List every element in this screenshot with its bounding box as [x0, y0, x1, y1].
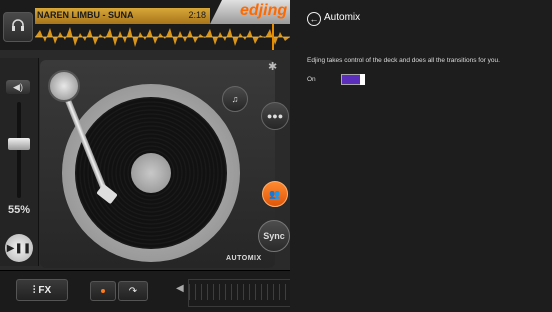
fx-button[interactable]: ⫶ FX [16, 279, 68, 301]
top-bar: NAREN LIMBU - SUNA 2:18 edjing [0, 0, 290, 50]
record-label [131, 153, 171, 193]
toggle-state-label: On [307, 76, 316, 83]
equalizer-icon: ⫶ [32, 284, 36, 296]
bottom-bar: ⫶ FX ↷ ◀ [0, 270, 290, 312]
track-title: NAREN LIMBU - SUNA [37, 10, 134, 20]
play-pause-button[interactable]: ▶❚❚ [5, 234, 33, 262]
gear-icon[interactable]: ✱ [268, 60, 280, 73]
back-arrow-icon: ← [309, 13, 319, 24]
headphones-icon [11, 18, 25, 37]
pitch-scale [189, 284, 290, 300]
music-library-button[interactable]: ♫ [222, 86, 248, 112]
dj-app: NAREN LIMBU - SUNA 2:18 edjing ◀) 55% ▶❚… [0, 0, 290, 312]
panel-title: Automix [324, 12, 361, 23]
headphones-button[interactable] [3, 12, 33, 42]
volume-button[interactable]: ◀) [6, 80, 30, 94]
cue-dot-icon [101, 289, 105, 293]
music-note-icon: ♫ [231, 94, 239, 104]
cue-button[interactable] [90, 281, 116, 301]
track-time: 2:18 [188, 10, 206, 20]
deck-switch-icon: ●●● [266, 111, 284, 121]
tone-arm-base [48, 70, 80, 102]
volume-slider-track[interactable] [17, 102, 21, 198]
track-info-bar: NAREN LIMBU - SUNA 2:18 [35, 8, 210, 24]
playhead-marker [272, 24, 274, 50]
back-button[interactable]: ← [307, 12, 321, 26]
people-icon: 👥 [269, 188, 281, 199]
volume-percent: 55% [7, 204, 31, 216]
loop-button[interactable]: ↷ [118, 281, 148, 301]
sync-button[interactable]: Sync [258, 220, 290, 252]
speaker-icon: ◀) [13, 82, 23, 92]
loop-arrow-icon: ↷ [128, 285, 138, 297]
settings-panel: ← Automix Edjing takes control of the de… [290, 0, 552, 312]
pitch-left-icon[interactable]: ◀ [176, 283, 184, 294]
automix-button[interactable]: 👥 [262, 181, 288, 207]
toggle-thumb[interactable] [360, 74, 365, 85]
automix-label: AUTOMIX [226, 255, 262, 262]
play-pause-icon: ▶❚❚ [6, 242, 32, 254]
pitch-slider[interactable] [188, 279, 290, 307]
deck-switch-button[interactable]: ●●● [261, 102, 289, 130]
fx-label: FX [38, 284, 52, 296]
volume-slider-knob[interactable] [8, 138, 30, 150]
waveform[interactable] [35, 24, 290, 50]
automix-description: Edjing takes control of the deck and doe… [307, 57, 500, 64]
app-logo: edjing [240, 2, 288, 19]
automix-toggle[interactable] [341, 74, 365, 85]
logo-area: edjing [210, 0, 290, 24]
